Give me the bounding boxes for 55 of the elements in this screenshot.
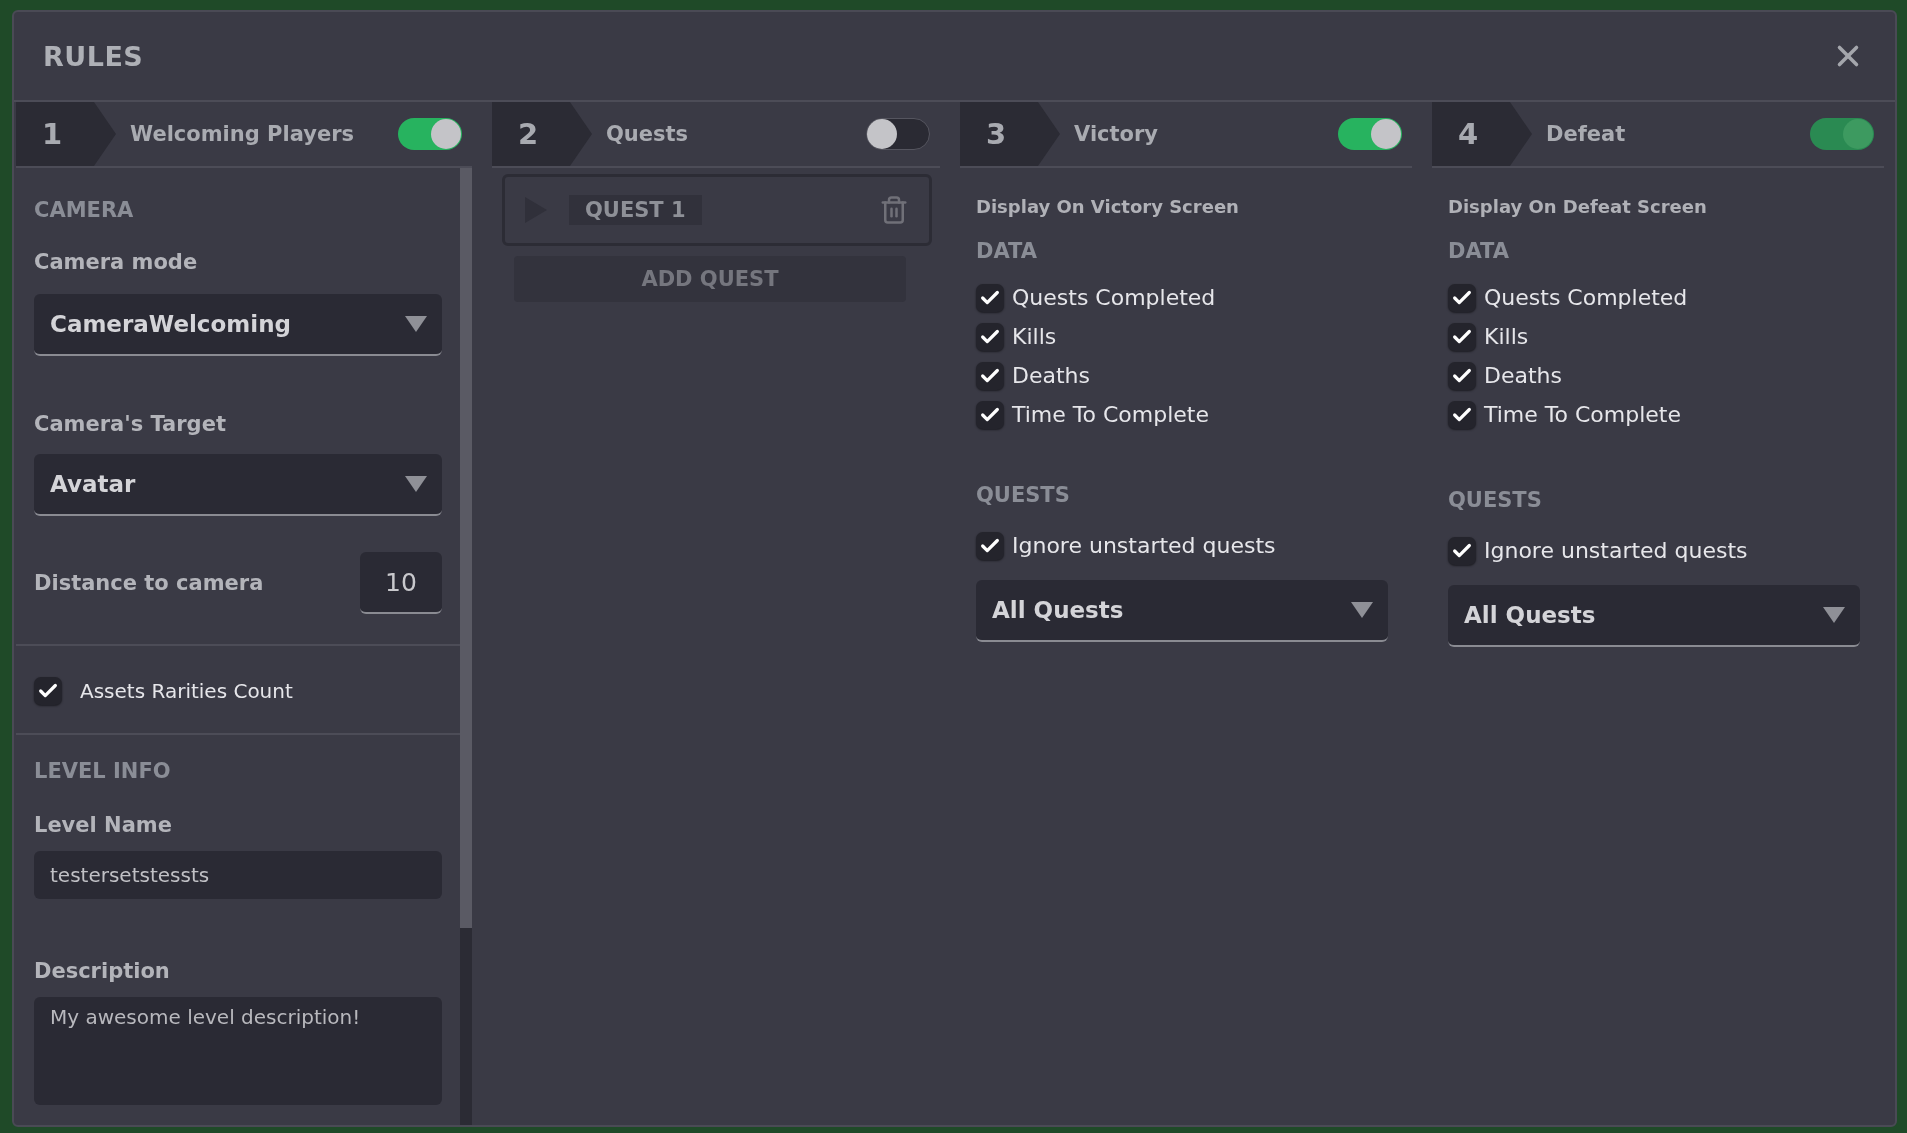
field-label: Description [34, 959, 171, 983]
level-name-input[interactable]: testersetstessts [34, 851, 442, 899]
checkbox-label: Ignore unstarted quests [1484, 538, 1748, 563]
toggle-switch[interactable] [398, 118, 462, 150]
step-number: 4 [1432, 102, 1532, 166]
toggle-switch[interactable] [1338, 118, 1402, 150]
checkbox-label: Deaths [1012, 363, 1090, 388]
checkbox[interactable] [976, 400, 1004, 429]
checkbox-label: Ignore unstarted quests [1012, 533, 1276, 558]
field-label: Camera mode [34, 250, 199, 274]
checkbox[interactable] [976, 283, 1004, 312]
checkbox-label: Time To Complete [1484, 402, 1681, 427]
field-label: Distance to camera [34, 571, 264, 595]
checkbox-label: Quests Completed [1484, 285, 1688, 310]
checkbox-label: Deaths [1484, 363, 1562, 388]
checkbox-label: Kills [1484, 324, 1529, 349]
step-title: Defeat [1546, 122, 1627, 146]
field-label: Camera's Target [34, 412, 227, 436]
checkbox[interactable] [976, 361, 1004, 390]
field-label: Level Name [34, 813, 173, 837]
caret-icon [404, 475, 428, 493]
scrollbar[interactable] [460, 168, 472, 1125]
step-number: 3 [960, 102, 1060, 166]
description-textarea[interactable]: My awesome level description! [34, 997, 442, 1105]
panel-subtitle: Display On Defeat Screen [1448, 196, 1708, 217]
caret-icon [1350, 601, 1374, 619]
section-heading: DATA [976, 239, 1038, 263]
quest-label: QUEST 1 [569, 195, 702, 225]
distance-input[interactable]: 10 [360, 552, 442, 614]
quest-item[interactable]: QUEST 1 [502, 174, 932, 246]
section-heading: CAMERA [34, 198, 135, 222]
quest-filter-dropdown[interactable]: All Quests [976, 580, 1388, 642]
checkbox-label: Quests Completed [1012, 285, 1216, 310]
checkbox-label: Assets Rarities Count [80, 678, 293, 703]
step-title: Victory [1074, 122, 1160, 146]
step-title: Welcoming Players [130, 122, 355, 146]
checkbox-label: Time To Complete [1012, 402, 1209, 427]
step-number: 1 [16, 102, 116, 166]
checkbox[interactable] [976, 322, 1004, 351]
checkbox[interactable] [976, 531, 1004, 560]
checkbox[interactable] [34, 676, 62, 705]
camera-target-dropdown[interactable]: Avatar [34, 454, 442, 516]
step-title: Quests [606, 122, 690, 146]
section-heading: QUESTS [976, 483, 1071, 507]
section-heading: QUESTS [1448, 488, 1543, 512]
camera-mode-dropdown[interactable]: CameraWelcoming [34, 294, 442, 356]
window-title: RULES [43, 40, 144, 72]
toggle-switch[interactable] [866, 118, 930, 150]
panel-subtitle: Display On Victory Screen [976, 196, 1240, 217]
section-heading: LEVEL INFO [34, 759, 172, 783]
section-heading: DATA [1448, 239, 1510, 263]
caret-icon [404, 315, 428, 333]
step-number: 2 [492, 102, 592, 166]
caret-icon [1822, 606, 1846, 624]
checkbox-label: Kills [1012, 324, 1057, 349]
